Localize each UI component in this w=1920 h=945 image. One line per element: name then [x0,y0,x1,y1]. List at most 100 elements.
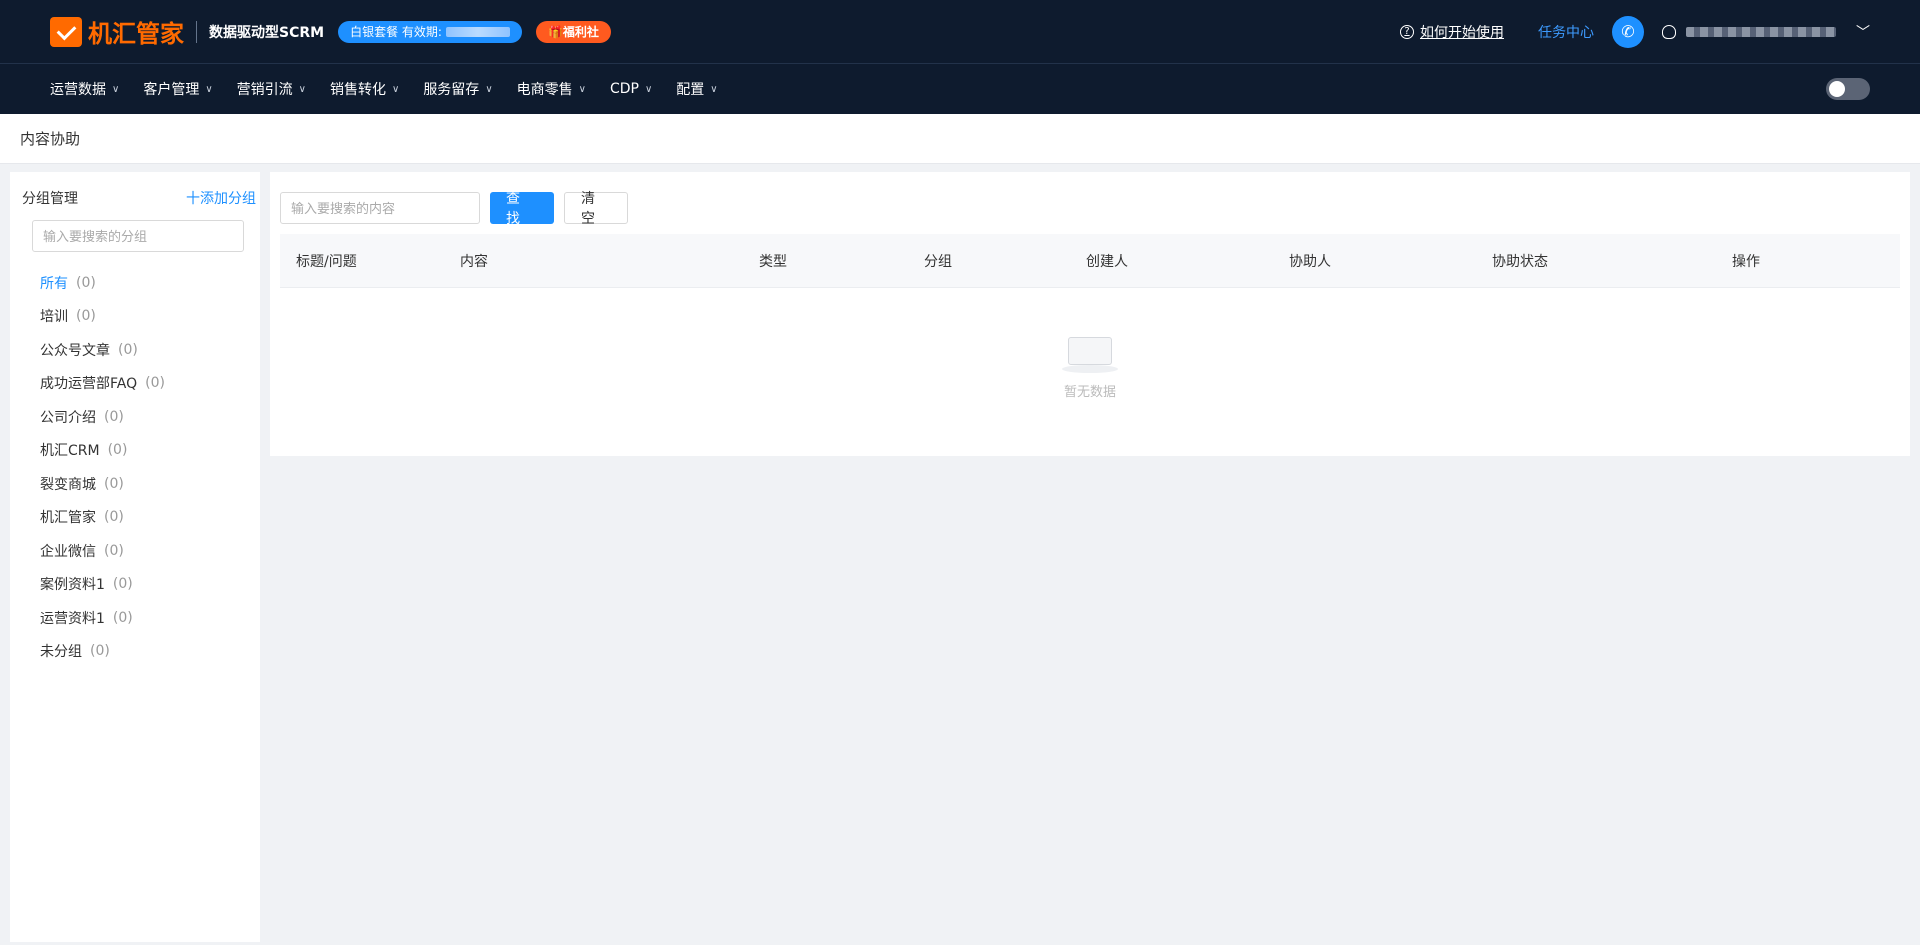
nav-label: 电商零售 [516,82,573,98]
sidebar-header: 分组管理 十添加分组 [10,188,260,208]
brand-subtitle: 数据驱动型SCRM [209,24,325,41]
group-label: 裂变商城 [40,476,96,493]
help-link[interactable]: ? 如何开始使用 [1400,22,1504,42]
column-header: 标题/问题 [296,253,357,270]
group-label: 机汇CRM [40,443,100,460]
nav-label: 配置 [676,82,705,98]
group-label: 企业微信 [40,543,96,560]
question-circle-icon: ? [1400,24,1414,39]
sidebar-item-group[interactable]: 运营资料1 (0) [10,601,260,635]
phone-icon[interactable]: ✆ [1612,15,1644,48]
group-count: (0) [118,341,138,358]
sidebar-item-group[interactable]: 公众号文章 (0) [10,333,260,367]
group-label: 机汇管家 [40,510,96,527]
sidebar-item-group[interactable]: 公司介绍 (0) [10,400,260,434]
content-search-input[interactable] [280,192,480,224]
group-label: 运营资料1 [40,610,105,627]
logo-check-icon [50,16,82,47]
empty-state: 暂无数据 [280,288,1900,440]
nav-item-config[interactable]: 配置 ∨ [676,79,717,99]
nav-item-customer[interactable]: 客户管理 ∨ [143,79,212,99]
chevron-down-icon: ∨ [485,83,493,95]
nav-label: 运营数据 [50,82,106,98]
sidebar-item-group[interactable]: 机汇CRM (0) [10,434,260,468]
group-sidebar: 分组管理 十添加分组 所有 (0) 培训 (0) 公众号文章 (0) 成功运营部FAQ… [10,172,260,942]
user-icon [1662,24,1676,39]
main-nav: 运营数据 ∨ 客户管理 ∨ 营销引流 ∨ 销售转化 ∨ 服务留存 ∨ 电商零售 ∨ CDP ∨… [0,64,1920,114]
chevron-down-icon: ∨ [710,83,718,95]
welfare-badge[interactable]: 🎁 福利社 [535,20,611,43]
column-header: 类型 [759,253,787,270]
chevron-down-icon: ∨ [578,83,586,95]
search-button[interactable]: 查找 [490,191,554,227]
empty-inbox-icon [1062,329,1118,373]
sidebar-item-group[interactable]: 所有 (0) [10,266,260,300]
sidebar-item-group[interactable]: 企业微信 (0) [10,534,260,568]
plan-badge-label: 白银套餐 有效期: [350,25,442,39]
group-count: (0) [76,274,96,291]
content-table: 标题/问题 内容 类型 分组 创建人 协助人 协助状态 操作 暂无数据 [280,234,1900,440]
header-actions: ? 如何开始使用 任务中心 ✆ ﹀ [1400,15,1870,48]
group-count: (0) [90,643,110,660]
chevron-down-icon: ∨ [644,83,653,95]
page-title: 内容协助 [0,114,1920,164]
table-header: 标题/问题 内容 类型 分组 创建人 协助人 协助状态 操作 [280,234,1900,288]
nav-label: 营销引流 [236,82,293,98]
group-label: 案例资料1 [40,577,105,594]
task-center-link[interactable]: 任务中心 [1538,22,1594,42]
plan-expiry-redacted [445,26,510,37]
column-header: 协助人 [1289,253,1331,270]
nav-label: CDP [609,81,639,97]
brand-logo[interactable]: 机汇管家 [50,14,184,49]
column-header: 协助状态 [1492,253,1548,270]
top-header: 机汇管家 数据驱动型SCRM 白银套餐 有效期: 🎁 福利社 ? 如何开始使用 … [0,0,1920,64]
nav-item-marketing[interactable]: 营销引流 ∨ [237,79,306,99]
add-group-button[interactable]: 十添加分组 [186,188,256,208]
nav-label: 客户管理 [143,82,200,98]
content-area: 查找 清空 标题/问题 内容 类型 分组 创建人 协助人 协助状态 操作 [270,172,1910,942]
group-count: (0) [76,308,96,325]
nav-item-ops-data[interactable]: 运营数据 ∨ [50,79,119,99]
nav-item-cdp[interactable]: CDP ∨ [610,81,652,97]
sidebar-item-group[interactable]: 未分组 (0) [10,635,260,669]
column-header: 操作 [1732,253,1760,270]
empty-text: 暂无数据 [1063,384,1116,400]
column-header: 分组 [924,253,952,270]
group-count: (0) [145,375,165,392]
user-name-redacted [1686,26,1836,37]
content-panel: 查找 清空 标题/问题 内容 类型 分组 创建人 协助人 协助状态 操作 [270,172,1910,456]
clear-button[interactable]: 清空 [564,191,628,227]
group-count: (0) [104,408,124,425]
group-search-input[interactable] [32,220,244,252]
nav-item-service[interactable]: 服务留存 ∨ [423,79,492,99]
column-header: 创建人 [1086,253,1128,270]
group-label: 成功运营部FAQ [40,376,138,393]
user-menu[interactable]: ﹀ [1662,22,1870,42]
group-label: 公司介绍 [40,409,96,426]
sidebar-item-group[interactable]: 培训 (0) [10,300,260,334]
sidebar-item-group[interactable]: 裂变商城 (0) [10,467,260,501]
theme-toggle[interactable] [1826,78,1870,100]
group-count: (0) [107,442,128,459]
group-count: (0) [112,609,133,626]
brand-name: 机汇管家 [88,20,184,48]
nav-item-sales[interactable]: 销售转化 ∨ [330,79,399,99]
sidebar-item-group[interactable]: 机汇管家 (0) [10,501,260,535]
group-label: 培训 [40,309,68,326]
main-area: 分组管理 十添加分组 所有 (0) 培训 (0) 公众号文章 (0) 成功运营部FAQ… [0,164,1920,945]
chevron-down-icon: ﹀ [1856,24,1870,41]
sidebar-title: 分组管理 [22,191,78,207]
nav-label: 服务留存 [423,82,480,98]
chevron-down-icon: ∨ [112,83,120,95]
group-count: (0) [104,509,124,526]
sidebar-item-group[interactable]: 案例资料1 (0) [10,568,260,602]
nav-item-ecommerce[interactable]: 电商零售 ∨ [517,79,586,99]
group-label: 所有 [40,275,68,292]
nav-label: 销售转化 [329,82,386,98]
search-toolbar: 查找 清空 [280,191,1900,227]
group-label: 未分组 [40,644,82,661]
header-divider [196,20,197,43]
sidebar-item-group[interactable]: 成功运营部FAQ (0) [10,367,260,401]
plan-badge: 白银套餐 有效期: [338,20,522,43]
group-count: (0) [104,475,124,492]
